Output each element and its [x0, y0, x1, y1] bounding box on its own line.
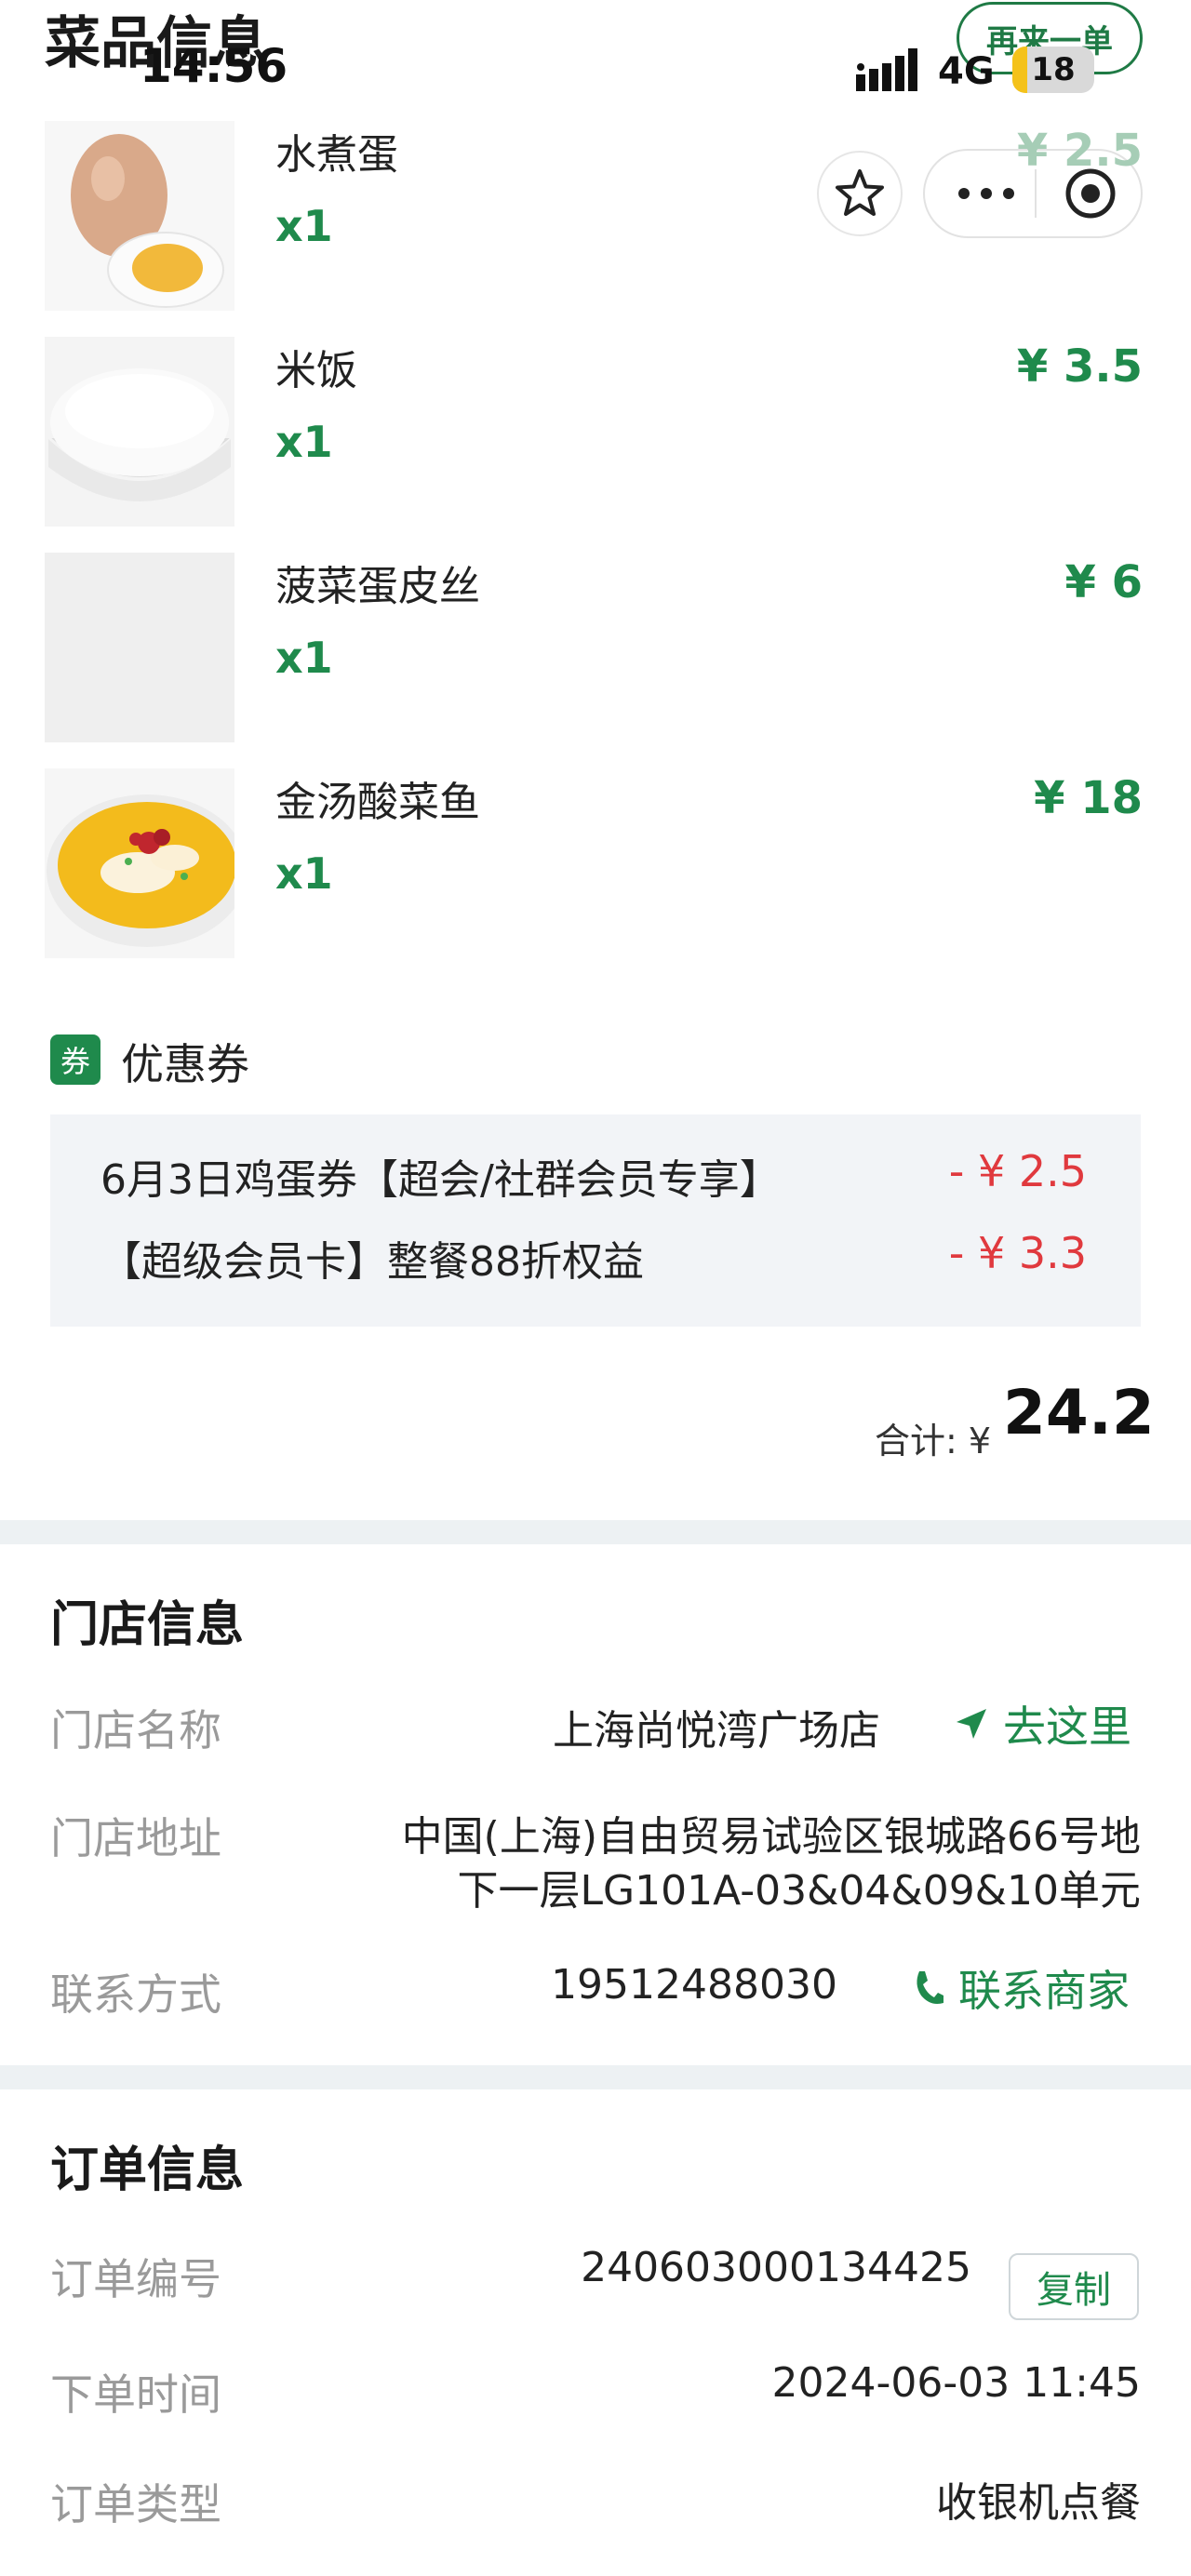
order-time: 2024-06-03 11:45: [771, 2359, 1142, 2407]
battery-level: 18: [1031, 51, 1076, 88]
dish-name: 菠菜蛋皮丝: [275, 563, 480, 610]
dish-image-rice: [45, 337, 234, 527]
total-amount: 24.2: [1003, 1377, 1155, 1448]
store-address-line1: 中国(上海)自由贸易试验区银城路66号地: [401, 1813, 1141, 1861]
dish-price: ¥ 6: [1064, 556, 1143, 608]
navigate-button[interactable]: 去这里: [953, 1693, 1131, 1755]
navigation-arrow-icon: [957, 1709, 986, 1739]
dish-qty: x1: [275, 417, 333, 467]
battery-icon: 18: [1012, 47, 1094, 93]
dish-row: 金汤酸菜鱼 x1 ¥ 18: [45, 768, 1143, 964]
status-time: 14:56: [140, 39, 288, 93]
dish-qty: x1: [275, 848, 333, 899]
store-address-line2: 下一层LG101A-03&04&09&10单元: [457, 1867, 1142, 1915]
dish-price: ¥ 2.5: [1016, 125, 1143, 177]
coupon-amount: - ¥ 3.3: [948, 1228, 1087, 1278]
copy-button[interactable]: 复制: [1009, 2253, 1139, 2320]
coupon-name: 【超级会员卡】整餐88折权益: [100, 1238, 644, 1286]
dish-row: 米饭 x1 ¥ 3.5: [45, 337, 1143, 532]
battery-fill: [1012, 47, 1027, 93]
dish-price: ¥ 3.5: [1016, 340, 1143, 393]
section-divider: [0, 1520, 1191, 1544]
coupon-icon: 券: [50, 1034, 100, 1085]
dish-image-placeholder: [45, 553, 234, 742]
coupon-title: 优惠券: [121, 1039, 249, 1089]
dish-row: 水煮蛋 x1 ¥ 2.5: [45, 121, 1143, 316]
dish-image-boiled-egg: [45, 121, 234, 311]
dish-name: 水煮蛋: [275, 131, 398, 179]
order-time-label: 下单时间: [50, 2369, 221, 2420]
dish-image-fish-soup: [45, 768, 234, 958]
dish-name: 米饭: [275, 347, 357, 394]
store-phone: 19512488030: [551, 1961, 837, 2009]
coupon-name: 6月3日鸡蛋券【超会/社群会员专享】: [100, 1156, 781, 1204]
coupon-list: 6月3日鸡蛋券【超会/社群会员专享】 - ¥ 2.5 【超级会员卡】整餐88折权…: [50, 1114, 1141, 1327]
store-section-title: 门店信息: [50, 1597, 245, 1653]
dish-row: 菠菜蛋皮丝 x1 ¥ 6: [45, 553, 1143, 748]
dish-qty: x1: [275, 201, 333, 251]
store-name-label: 门店名称: [50, 1705, 221, 1755]
dish-qty: x1: [275, 633, 333, 683]
order-number: 240603000134425: [581, 2244, 971, 2291]
store-address-label: 门店地址: [50, 1813, 221, 1863]
contact-merchant-label: 联系商家: [958, 1966, 1130, 2016]
dish-price: ¥ 18: [1034, 772, 1143, 824]
contact-label: 联系方式: [50, 1969, 221, 2020]
coupon-amount: - ¥ 2.5: [948, 1146, 1087, 1196]
store-name: 上海尚悦湾广场店: [553, 1707, 880, 1755]
order-type-label: 订单类型: [50, 2479, 221, 2529]
phone-icon: [917, 1971, 943, 2004]
network-type: 4G: [938, 50, 995, 93]
section-divider: [0, 2065, 1191, 2089]
navigate-label: 去这里: [1003, 1702, 1131, 1752]
order-section-title: 订单信息: [50, 2142, 245, 2198]
signal-icon: [856, 48, 917, 91]
total-label: 合计: ¥: [875, 1421, 992, 1462]
order-number-label: 订单编号: [50, 2254, 221, 2304]
dish-name: 金汤酸菜鱼: [275, 779, 480, 826]
order-type: 收银机点餐: [936, 2479, 1141, 2527]
contact-merchant-button[interactable]: 联系商家: [912, 1957, 1130, 2019]
